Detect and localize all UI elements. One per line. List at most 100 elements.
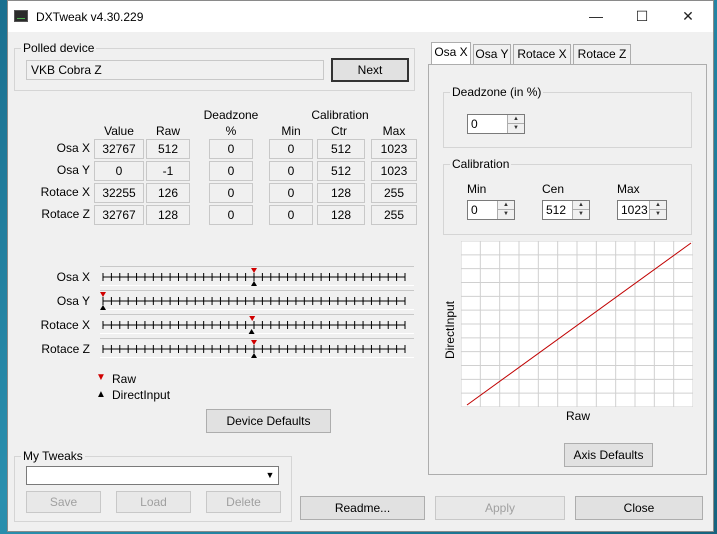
delete-tweak-button[interactable]: Delete [206, 491, 281, 513]
table-cell-min: 0 [269, 139, 313, 159]
table-cell-deadzone: 0 [209, 183, 253, 203]
load-tweak-button[interactable]: Load [116, 491, 191, 513]
tab-rotace-x[interactable]: Rotace X [513, 44, 571, 64]
table-cell-min: 0 [269, 183, 313, 203]
table-cell-ctr: 512 [317, 139, 365, 159]
slider-track [102, 268, 406, 286]
spin-down-icon[interactable]: ▼ [508, 124, 524, 133]
raw-marker [251, 268, 257, 273]
slider-axis-label: Osa X [56, 270, 90, 284]
chevron-down-icon[interactable]: ▼ [262, 467, 278, 484]
table-cell-ctr: 128 [317, 205, 365, 225]
deadzone-spinner-value: 0 [471, 117, 478, 131]
slider-track [100, 292, 406, 310]
tab-rotace-z[interactable]: Rotace Z [573, 44, 631, 64]
table-cell-raw: 512 [146, 139, 190, 159]
value-header: Value [104, 124, 134, 138]
cen-spinner[interactable]: 512 ▲ ▼ [542, 200, 590, 220]
next-button[interactable]: Next [331, 58, 409, 82]
table-cell-min: 0 [269, 205, 313, 225]
legend-directinput-label: DirectInput [112, 388, 171, 402]
slider-track [102, 340, 406, 358]
cen-spinner-value: 512 [546, 203, 567, 217]
table-cell-min: 0 [269, 161, 313, 181]
slider-axis-label: Rotace X [40, 318, 90, 332]
readme-button[interactable]: Readme... [300, 496, 425, 520]
save-tweak-button[interactable]: Save [26, 491, 101, 513]
min-label: Min [467, 182, 487, 196]
spin-up-icon[interactable]: ▲ [508, 115, 524, 124]
raw-marker [249, 316, 256, 321]
directinput-marker [251, 353, 257, 358]
maximize-button[interactable]: ☐ [619, 1, 665, 32]
deadzone-spinner[interactable]: 0 ▲ ▼ [467, 114, 525, 134]
table-cell-max: 1023 [371, 161, 417, 181]
max-header: Max [382, 124, 406, 138]
min-spinner-value: 0 [471, 203, 478, 217]
max-label: Max [617, 182, 640, 196]
raw-marker [251, 340, 257, 345]
minimize-button[interactable]: — [573, 1, 619, 32]
device-defaults-button[interactable]: Device Defaults [206, 409, 331, 433]
my-tweaks-label: My Tweaks [21, 449, 85, 463]
spinner-arrows[interactable]: ▲ ▼ [497, 201, 514, 219]
table-cell-value: 32255 [94, 183, 144, 203]
deadzone-group-label: Deadzone (in %) [450, 85, 544, 99]
axis-row-label: Osa Y [56, 163, 90, 177]
spin-down-icon[interactable]: ▼ [573, 210, 589, 219]
table-cell-ctr: 512 [317, 161, 365, 181]
tweaks-combobox[interactable]: ▼ [26, 466, 279, 485]
table-cell-max: 255 [371, 205, 417, 225]
polled-device-name: VKB Cobra Z [26, 60, 324, 80]
deadzone-header: Deadzone [203, 108, 259, 122]
deadzone-unit-header: % [225, 124, 237, 138]
axis-defaults-button[interactable]: Axis Defaults [564, 443, 653, 467]
window-title: DXTweak v4.30.229 [36, 10, 144, 24]
axis-row-label: Rotace Z [41, 207, 90, 221]
calibration-graph [461, 241, 693, 407]
spinner-arrows[interactable]: ▲ ▼ [507, 115, 524, 133]
polled-device-label: Polled device [21, 41, 97, 55]
slider-track [102, 316, 406, 334]
min-header: Min [281, 124, 301, 138]
graph-ylabel: DirectInput [443, 300, 457, 360]
directinput-marker [100, 305, 106, 310]
graph-y-label-wrap: DirectInput [442, 300, 457, 361]
spinner-arrows[interactable]: ▲ ▼ [649, 201, 666, 219]
max-spinner[interactable]: 1023 ▲ ▼ [617, 200, 667, 220]
table-cell-raw: -1 [146, 161, 190, 181]
max-spinner-value: 1023 [621, 203, 648, 217]
cen-label: Cen [542, 182, 565, 196]
directinput-marker [251, 281, 257, 286]
tab-osa-x[interactable]: Osa X [431, 42, 471, 64]
table-cell-ctr: 128 [317, 183, 365, 203]
spin-down-icon[interactable]: ▼ [650, 210, 666, 219]
apply-button[interactable]: Apply [435, 496, 565, 520]
axis-row-label: Rotace X [40, 185, 90, 199]
axis-slider [100, 338, 414, 358]
directinput-marker [248, 329, 255, 334]
tab-osa-y[interactable]: Osa Y [473, 44, 511, 64]
spinner-arrows[interactable]: ▲ ▼ [572, 201, 589, 219]
directinput-marker-icon: ▲ [96, 389, 106, 400]
table-cell-max: 1023 [371, 139, 417, 159]
slider-axis-label: Rotace Z [41, 342, 90, 356]
spin-up-icon[interactable]: ▲ [498, 201, 514, 210]
close-button[interactable]: Close [575, 496, 703, 520]
axis-row-label: Osa X [56, 141, 90, 155]
ctr-header: Ctr [331, 124, 347, 138]
calibration-header: Calibration [311, 108, 369, 122]
close-window-button[interactable]: ✕ [665, 1, 711, 32]
table-cell-raw: 126 [146, 183, 190, 203]
spin-up-icon[interactable]: ▲ [650, 201, 666, 210]
graph-xlabel: Raw [565, 409, 590, 423]
raw-marker-icon: ▼ [96, 372, 106, 383]
min-spinner[interactable]: 0 ▲ ▼ [467, 200, 515, 220]
table-cell-value: 32767 [94, 139, 144, 159]
table-cell-deadzone: 0 [209, 139, 253, 159]
spin-up-icon[interactable]: ▲ [573, 201, 589, 210]
axis-slider [100, 290, 414, 310]
raw-marker [100, 292, 106, 297]
table-cell-deadzone: 0 [209, 205, 253, 225]
spin-down-icon[interactable]: ▼ [498, 210, 514, 219]
